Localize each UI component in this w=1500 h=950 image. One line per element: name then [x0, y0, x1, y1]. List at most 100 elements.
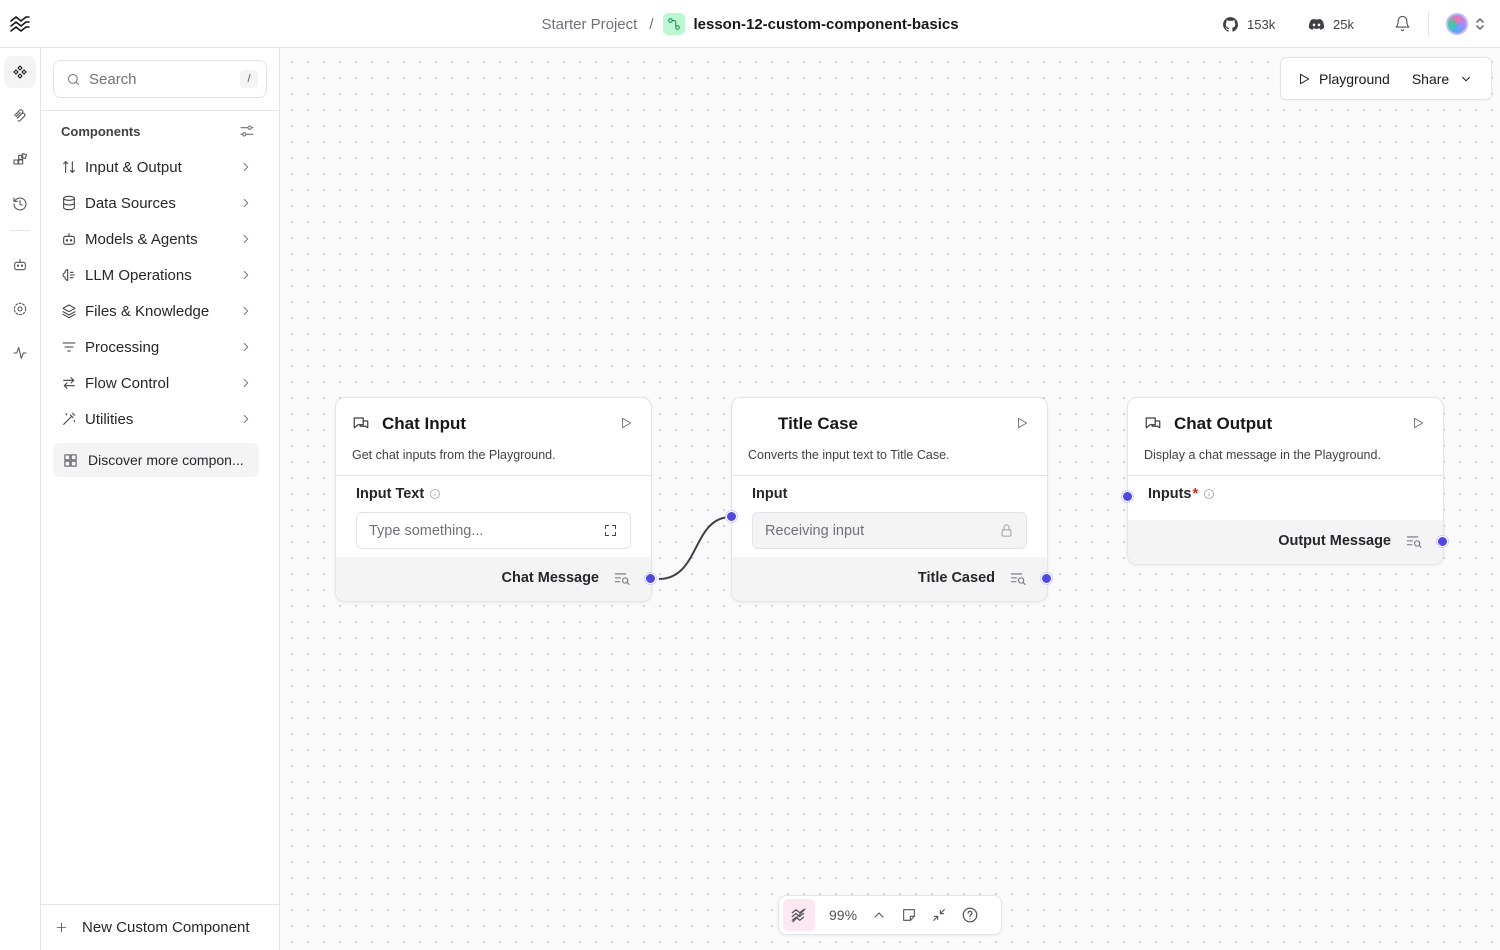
receiving-input-text: Receiving input: [765, 522, 865, 539]
inspect-output-icon[interactable]: [614, 571, 631, 586]
node-chat-output[interactable]: Chat Output Display a chat message in th…: [1122, 397, 1448, 565]
chevron-right-icon: [243, 343, 249, 351]
play-icon: [1300, 73, 1310, 84]
info-icon[interactable]: [1203, 488, 1215, 500]
edge-chat-input-to-title-case[interactable]: [658, 516, 732, 580]
components-icon[interactable]: [4, 56, 36, 88]
output-handle-chat-message[interactable]: [645, 573, 656, 584]
run-node-icon[interactable]: [619, 416, 633, 430]
share-label: Share: [1411, 70, 1450, 87]
chevron-down-icon: [1462, 76, 1471, 81]
github-stars-link[interactable]: 153k: [1222, 0, 1275, 48]
input-handle-inputs[interactable]: [1122, 491, 1133, 502]
chevron-right-icon: [243, 199, 249, 207]
category-utilities[interactable]: Utilities: [53, 403, 267, 435]
chevron-right-icon: [243, 271, 249, 279]
node-title-case[interactable]: Title Case Converts the input text to Ti…: [726, 397, 1052, 602]
history-icon[interactable]: [4, 188, 36, 220]
input-text-input[interactable]: [369, 522, 589, 539]
discord-members-count: 25k: [1333, 16, 1354, 32]
notifications-bell-icon[interactable]: [1394, 15, 1411, 32]
category-input-output[interactable]: Input & Output: [53, 151, 267, 183]
components-sidebar: / Components Input & Output Data Sources…: [41, 48, 280, 950]
run-node-icon[interactable]: [1015, 416, 1029, 430]
node-description: Converts the input text to Title Case.: [748, 448, 950, 462]
output-label: Chat Message: [501, 570, 599, 586]
field-label-text: Inputs: [1148, 486, 1192, 502]
category-llm-operations[interactable]: LLM Operations: [53, 259, 267, 291]
inspect-output-icon[interactable]: [1010, 571, 1027, 586]
chevrons-up-down-icon[interactable]: [1473, 16, 1487, 32]
bot-icon: [63, 233, 75, 245]
field-label-input: Input: [752, 486, 787, 502]
node-header: Chat Output Display a chat message in th…: [1128, 398, 1443, 476]
new-component-label: New Custom Component: [82, 919, 250, 936]
help-icon[interactable]: [961, 906, 979, 924]
info-icon[interactable]: [429, 488, 441, 500]
chevron-right-icon: [243, 163, 249, 171]
plus-icon: [56, 922, 67, 933]
output-handle-output-message[interactable]: [1437, 536, 1448, 547]
breadcrumb-separator: /: [649, 15, 654, 33]
bundles-icon[interactable]: [4, 144, 36, 176]
category-flow-control[interactable]: Flow Control: [53, 367, 267, 399]
category-label: Models & Agents: [85, 230, 198, 248]
chevron-up-icon[interactable]: [871, 907, 887, 923]
sticky-note-icon[interactable]: [901, 907, 917, 923]
filter-settings-icon[interactable]: [239, 123, 255, 139]
playground-button[interactable]: Playground: [1297, 71, 1390, 87]
breadcrumb-flow-name[interactable]: lesson-12-custom-component-basics: [693, 16, 958, 33]
category-models-agents[interactable]: Models & Agents: [53, 223, 267, 255]
activity-icon[interactable]: [4, 337, 36, 369]
wand-icon: [63, 412, 76, 425]
playground-label: Playground: [1319, 70, 1390, 87]
input-output-icon: [63, 161, 75, 173]
share-button[interactable]: Share: [1412, 71, 1473, 87]
field-label-inputs: Inputs *: [1148, 486, 1215, 502]
output-row: Chat Message: [336, 557, 651, 601]
search-shortcut-key: /: [240, 70, 258, 88]
minimize-icon[interactable]: [931, 907, 947, 923]
chat-bubbles-icon: [353, 417, 369, 429]
breadcrumb-project[interactable]: Starter Project: [541, 16, 637, 33]
settings-icon[interactable]: [4, 293, 36, 325]
category-files-knowledge[interactable]: Files & Knowledge: [53, 295, 267, 327]
mcp-icon[interactable]: [4, 100, 36, 132]
output-label: Output Message: [1278, 533, 1391, 549]
run-node-icon[interactable]: [1411, 416, 1425, 430]
top-header: Starter Project / lesson-12-custom-compo…: [0, 0, 1500, 48]
inspect-output-icon[interactable]: [1406, 534, 1423, 549]
node-title: Chat Input: [382, 414, 467, 433]
output-row: Output Message: [1128, 520, 1443, 564]
output-handle-title-cased[interactable]: [1041, 573, 1052, 584]
category-label: Processing: [85, 338, 160, 356]
node-chat-input[interactable]: Chat Input Get chat inputs from the Play…: [335, 397, 656, 602]
user-avatar[interactable]: [1446, 13, 1468, 35]
input-handle-input[interactable]: [726, 511, 737, 522]
category-label: Flow Control: [85, 374, 170, 392]
discord-icon: [1308, 18, 1325, 30]
new-custom-component-button[interactable]: New Custom Component: [41, 904, 279, 950]
flow-canvas[interactable]: Playground Share Chat Input Get chat inp…: [280, 48, 1500, 950]
input-text-field[interactable]: [356, 512, 631, 549]
expand-icon[interactable]: [603, 523, 618, 538]
field-label-text: Input: [752, 486, 788, 502]
discover-more-components-button[interactable]: Discover more compon...: [53, 443, 259, 477]
toggle-lines-icon[interactable]: [783, 899, 815, 931]
search-input[interactable]: [89, 70, 229, 88]
components-heading: Components: [61, 124, 141, 139]
node-header: Title Case Converts the input text to Ti…: [732, 398, 1047, 476]
field-label-text: Input Text: [356, 486, 425, 502]
zoom-level[interactable]: 99%: [829, 907, 857, 923]
agent-icon[interactable]: [4, 249, 36, 281]
node-title: Title Case: [778, 414, 859, 433]
search-box[interactable]: /: [53, 60, 267, 98]
discord-members-link[interactable]: 25k: [1308, 0, 1354, 48]
flow-toolbar: Playground Share: [1280, 57, 1492, 100]
field-label-input-text: Input Text: [356, 486, 441, 502]
chevron-right-icon: [243, 379, 249, 387]
category-processing[interactable]: Processing: [53, 331, 267, 363]
category-label: Utilities: [85, 410, 134, 428]
langflow-logo-icon[interactable]: [8, 12, 32, 36]
category-data-sources[interactable]: Data Sources: [53, 187, 267, 219]
